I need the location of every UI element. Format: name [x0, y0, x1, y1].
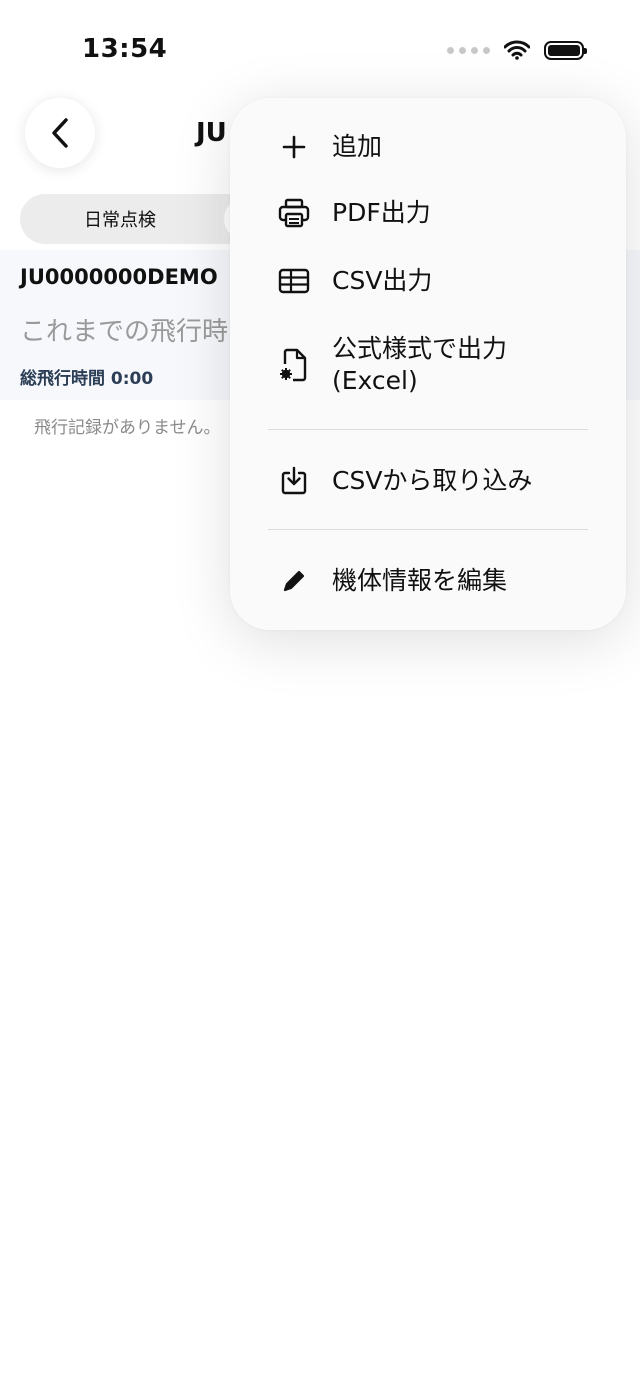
- menu-item-pdf-export[interactable]: PDF出力: [230, 190, 626, 236]
- menu-item-official-format-export[interactable]: 公式様式で出力 (Excel): [230, 330, 626, 400]
- total-flight-value: 0:00: [110, 369, 154, 389]
- wifi-icon: [504, 40, 530, 60]
- status-bar: 13:54: [0, 0, 640, 100]
- menu-item-label: CSVから取り込み: [332, 466, 533, 495]
- table-icon: [274, 261, 314, 301]
- status-time: 13:54: [82, 34, 168, 64]
- menu-item-edit-aircraft[interactable]: 機体情報を編集: [230, 558, 626, 604]
- printer-icon: [274, 193, 314, 233]
- empty-state-message: 飛行記録がありません。: [34, 418, 221, 438]
- menu-item-csv-export[interactable]: CSV出力: [230, 258, 626, 304]
- total-flight-label: 総飛行時間: [20, 369, 105, 389]
- total-flight-time: 総飛行時間 0:00: [20, 364, 153, 389]
- pencil-icon: [274, 561, 314, 601]
- battery-icon: [544, 40, 587, 60]
- menu-item-csv-import[interactable]: CSVから取り込み: [230, 458, 626, 504]
- status-icons: [447, 40, 587, 60]
- tab-label: 日常点検: [84, 210, 156, 231]
- menu-item-label: PDF出力: [332, 198, 431, 227]
- aircraft-id: JU0000000DEMO: [20, 265, 218, 289]
- page-title: JU: [196, 118, 227, 148]
- flight-history-heading: これまでの飛行時: [20, 317, 229, 347]
- chevron-left-icon: [49, 117, 71, 149]
- menu-item-add[interactable]: 追加: [230, 124, 626, 170]
- menu-item-label: 公式様式で出力 (Excel): [332, 333, 507, 397]
- tab-daily-inspection[interactable]: 日常点検: [20, 194, 220, 244]
- menu-item-label: 機体情報を編集: [332, 566, 508, 595]
- menu-divider: [268, 529, 588, 530]
- menu-item-label-line1: 公式様式で出力: [332, 334, 508, 363]
- plus-icon: [274, 127, 314, 167]
- menu-divider: [268, 429, 588, 430]
- menu-item-label-line2: (Excel): [332, 366, 418, 395]
- document-gear-icon: [274, 345, 314, 385]
- back-button[interactable]: [25, 98, 95, 168]
- actions-menu: 追加 PDF出力 CSV出力 公式様式で出力 (Excel) CSVから取り込み…: [230, 98, 626, 630]
- import-tray-icon: [274, 461, 314, 501]
- menu-item-label: 追加: [332, 132, 383, 161]
- screen: 13:54 JU 日常点検 JU0000000DEMO これまでの飛行時 総飛行…: [0, 0, 640, 1391]
- signal-dots-icon: [447, 46, 490, 54]
- menu-item-label: CSV出力: [332, 266, 433, 295]
